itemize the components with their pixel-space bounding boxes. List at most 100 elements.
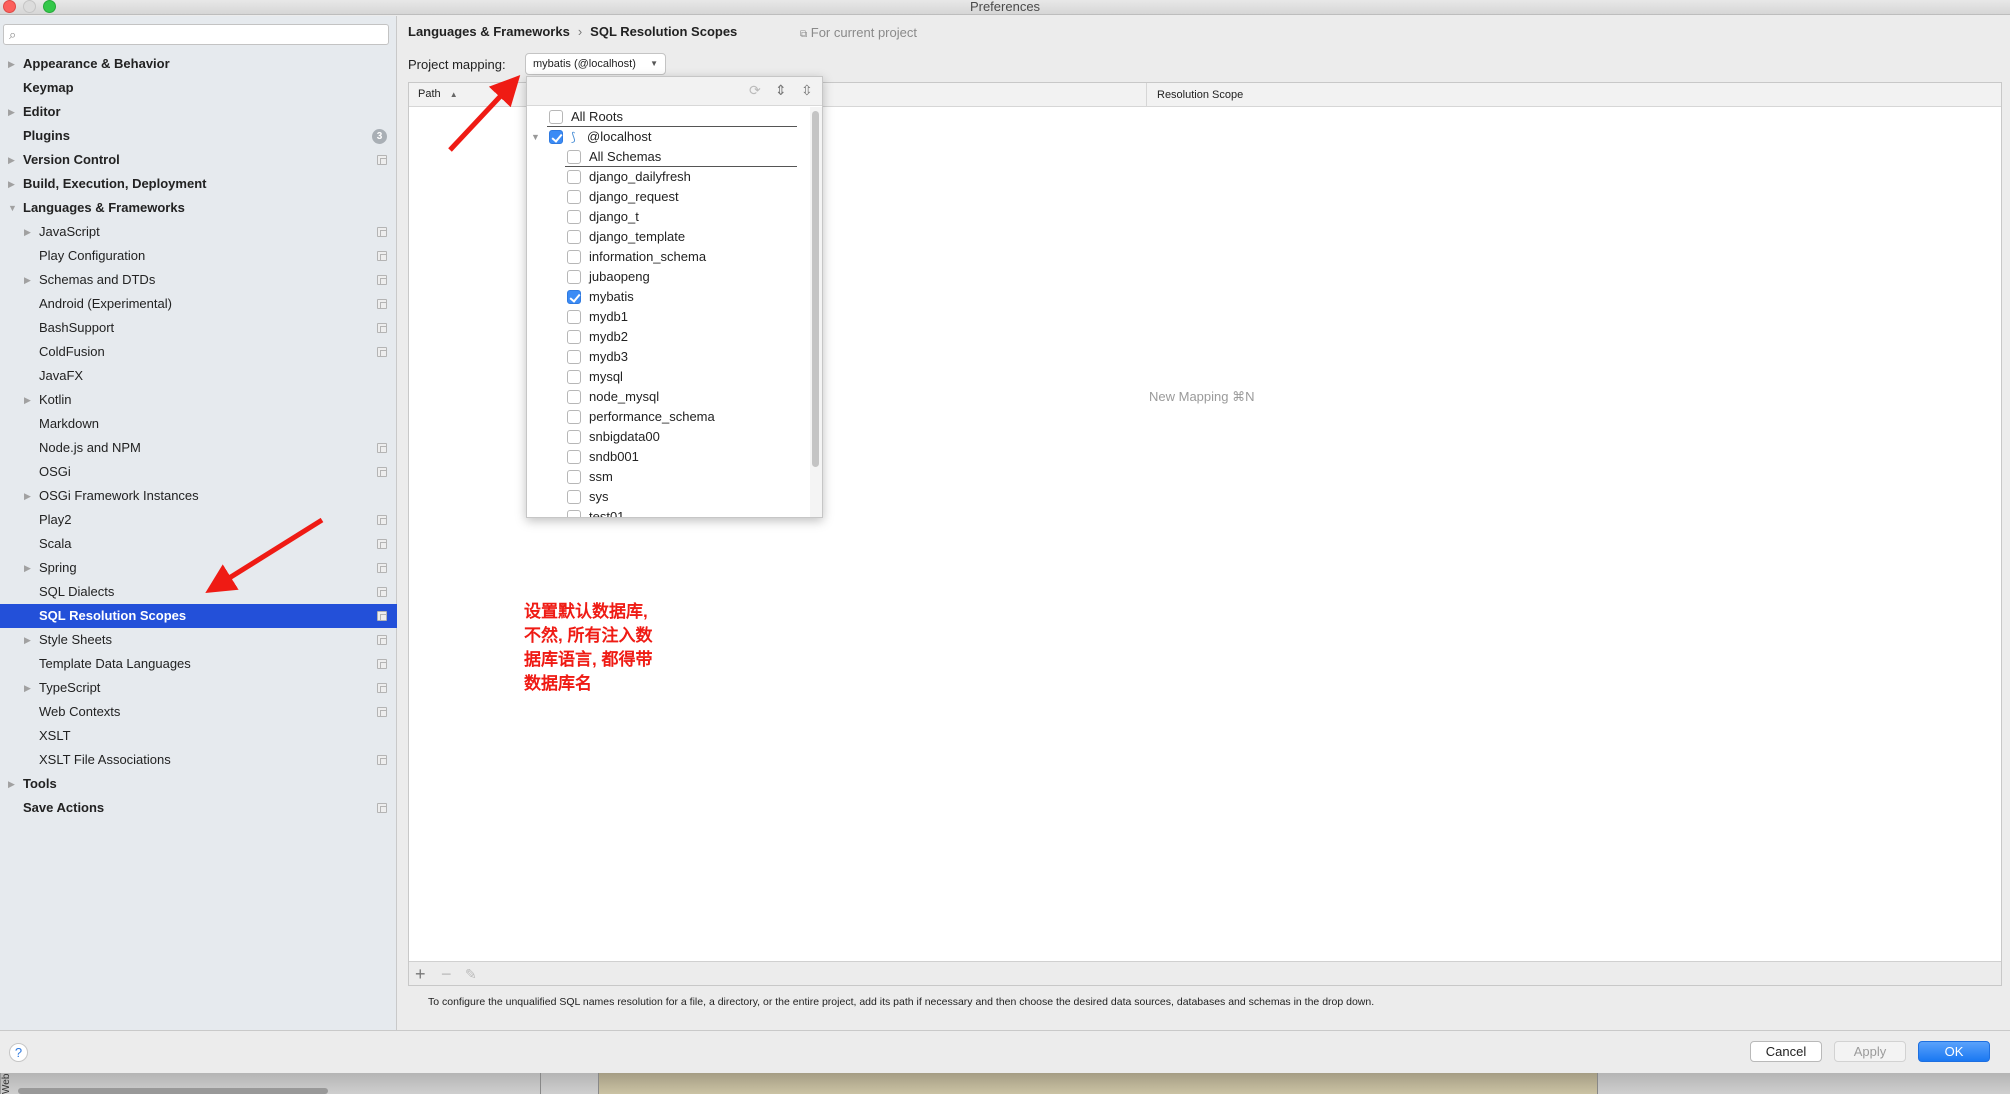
checkbox[interactable] <box>567 190 581 204</box>
sidebar-item[interactable]: Template Data Languages <box>0 652 397 676</box>
web-tool-window-tab[interactable]: Web <box>0 1073 14 1094</box>
expand-all-icon[interactable]: ⇕ <box>775 82 787 99</box>
checkbox[interactable] <box>567 430 581 444</box>
checkbox[interactable] <box>567 150 581 164</box>
checkbox[interactable] <box>567 330 581 344</box>
sidebar-item[interactable]: Android (Experimental) <box>0 292 397 316</box>
apply-button[interactable]: Apply <box>1834 1041 1906 1062</box>
sidebar-item[interactable]: ▶ Build, Execution, Deployment <box>0 172 397 196</box>
schema-list-item[interactable]: node_mysql <box>527 387 813 407</box>
chevron-right-icon[interactable]: ▶ <box>8 52 15 76</box>
column-header-resolution-scope[interactable]: Resolution Scope <box>1146 83 1243 107</box>
checkbox[interactable] <box>567 250 581 264</box>
schema-list-item[interactable]: sys <box>527 487 813 507</box>
remove-mapping-button[interactable]: − <box>441 963 452 985</box>
sidebar-item[interactable]: Play Configuration <box>0 244 397 268</box>
sidebar-item[interactable]: Scala <box>0 532 397 556</box>
chevron-right-icon[interactable]: ▶ <box>24 268 31 292</box>
schema-list-item[interactable]: snbigdata00 <box>527 427 813 447</box>
edit-mapping-button[interactable]: ✎ <box>465 963 477 985</box>
checkbox[interactable] <box>567 470 581 484</box>
chevron-right-icon[interactable]: ▶ <box>24 556 31 580</box>
sidebar-item[interactable]: ▶ Kotlin <box>0 388 397 412</box>
chevron-right-icon[interactable]: ▶ <box>8 100 15 124</box>
chevron-right-icon[interactable]: ▶ <box>8 172 15 196</box>
sidebar-item[interactable]: OSGi <box>0 460 397 484</box>
schema-list-item[interactable]: django_dailyfresh <box>527 167 813 187</box>
chevron-right-icon[interactable]: ▶ <box>24 676 31 700</box>
sidebar-item[interactable]: Save Actions <box>0 796 397 820</box>
schema-list-item[interactable]: sndb001 <box>527 447 813 467</box>
collapse-all-icon[interactable]: ⇳ <box>801 82 813 99</box>
chevron-right-icon[interactable]: ▶ <box>24 388 31 412</box>
checkbox[interactable] <box>567 510 581 517</box>
sidebar-item[interactable]: Node.js and NPM <box>0 436 397 460</box>
refresh-icon[interactable]: ⟳ <box>749 82 761 99</box>
checkbox[interactable] <box>567 370 581 384</box>
sidebar-item[interactable]: ▶ Style Sheets <box>0 628 397 652</box>
checkbox[interactable] <box>567 310 581 324</box>
schema-list-item[interactable]: performance_schema <box>527 407 813 427</box>
chevron-right-icon[interactable]: ▶ <box>8 772 15 796</box>
sidebar-item[interactable]: XSLT <box>0 724 397 748</box>
breadcrumb-parent[interactable]: Languages & Frameworks <box>408 24 570 39</box>
checkbox[interactable] <box>567 270 581 284</box>
chevron-right-icon[interactable]: ▶ <box>24 628 31 652</box>
sidebar-item[interactable]: ▶ JavaScript <box>0 220 397 244</box>
checkbox[interactable] <box>549 130 563 144</box>
cancel-button[interactable]: Cancel <box>1750 1041 1822 1062</box>
schema-list-item[interactable]: test01 <box>527 507 813 517</box>
checkbox[interactable] <box>549 110 563 124</box>
chevron-right-icon[interactable]: ▶ <box>24 220 31 244</box>
checkbox[interactable] <box>567 210 581 224</box>
schema-list-item[interactable]: mydb3 <box>527 347 813 367</box>
sidebar-item[interactable]: ▶ Tools <box>0 772 397 796</box>
schema-list-item[interactable]: mydb1 <box>527 307 813 327</box>
chevron-right-icon[interactable]: ▶ <box>24 484 31 508</box>
sidebar-item[interactable]: ▶ OSGi Framework Instances <box>0 484 397 508</box>
checkbox[interactable] <box>567 390 581 404</box>
sidebar-item[interactable]: ▶ TypeScript <box>0 676 397 700</box>
sidebar-item[interactable]: JavaFX <box>0 364 397 388</box>
column-header-path[interactable]: Path ▲ <box>418 88 458 100</box>
checkbox[interactable] <box>567 490 581 504</box>
schema-list-item[interactable]: information_schema <box>527 247 813 267</box>
sidebar-item[interactable]: Play2 <box>0 508 397 532</box>
empty-table-hint[interactable]: New Mapping ⌘N <box>1149 389 1255 405</box>
sidebar-item[interactable]: SQL Resolution Scopes <box>0 604 397 628</box>
schema-list-item[interactable]: All Roots <box>547 107 797 127</box>
checkbox[interactable] <box>567 290 581 304</box>
schema-list-item[interactable]: mybatis <box>527 287 813 307</box>
checkbox[interactable] <box>567 450 581 464</box>
sidebar-item[interactable]: Markdown <box>0 412 397 436</box>
schema-list-item[interactable]: django_request <box>527 187 813 207</box>
sidebar-item[interactable]: Web Contexts <box>0 700 397 724</box>
project-mapping-dropdown[interactable]: mybatis (@localhost) ▼ <box>525 53 666 75</box>
sidebar-item[interactable]: BashSupport <box>0 316 397 340</box>
settings-search-input[interactable]: ⌕ <box>3 24 389 45</box>
sidebar-item[interactable]: ▶ Spring <box>0 556 397 580</box>
chevron-down-icon[interactable]: ▼ <box>8 196 17 220</box>
sidebar-item[interactable]: ▶ Appearance & Behavior <box>0 52 397 76</box>
popup-scrollbar-thumb[interactable] <box>812 111 819 467</box>
schema-list-item[interactable]: django_t <box>527 207 813 227</box>
schema-list-item[interactable]: django_template <box>527 227 813 247</box>
sidebar-item[interactable]: XSLT File Associations <box>0 748 397 772</box>
sidebar-item[interactable]: Plugins 3 <box>0 124 397 148</box>
schema-list-item[interactable]: ▼ ⟆ @localhost <box>527 127 813 147</box>
sidebar-item[interactable]: ▶ Schemas and DTDs <box>0 268 397 292</box>
checkbox[interactable] <box>567 410 581 424</box>
add-mapping-button[interactable]: + <box>415 963 426 985</box>
sidebar-item[interactable]: ▶ Editor <box>0 100 397 124</box>
sidebar-item[interactable]: ▶ Version Control <box>0 148 397 172</box>
schema-list-item[interactable]: mysql <box>527 367 813 387</box>
sidebar-item[interactable]: Keymap <box>0 76 397 100</box>
help-button[interactable]: ? <box>9 1043 28 1062</box>
schema-list-item[interactable]: ssm <box>527 467 813 487</box>
schema-list-item[interactable]: All Schemas <box>565 147 797 167</box>
ok-button[interactable]: OK <box>1918 1041 1990 1062</box>
checkbox[interactable] <box>567 170 581 184</box>
checkbox[interactable] <box>567 350 581 364</box>
sidebar-item[interactable]: ▼ Languages & Frameworks <box>0 196 397 220</box>
chevron-down-icon[interactable]: ▼ <box>531 127 540 147</box>
